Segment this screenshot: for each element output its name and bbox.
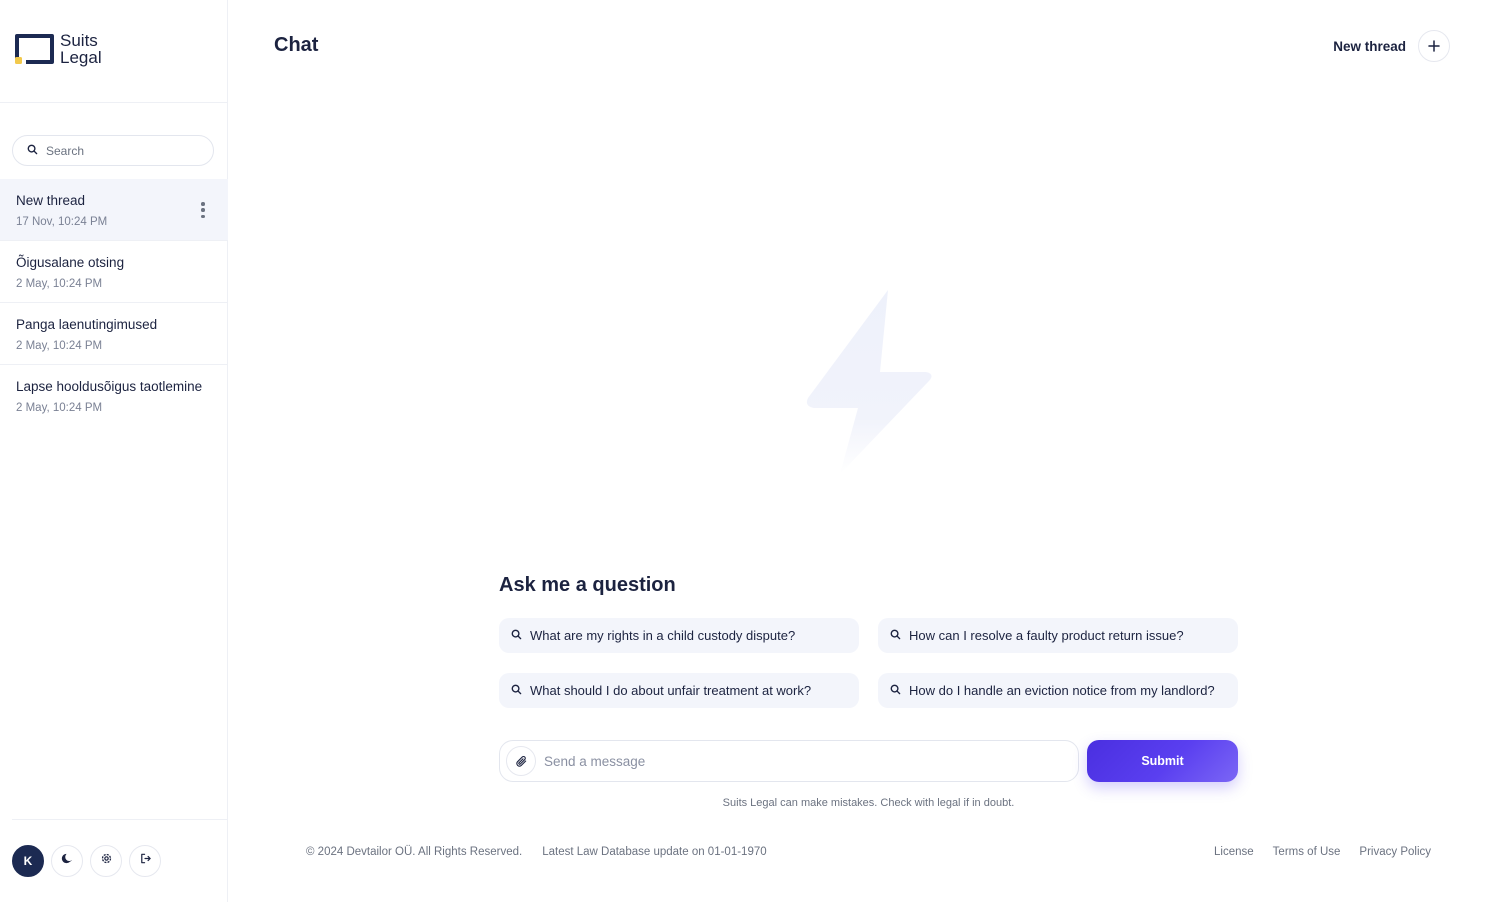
search-icon: [511, 627, 522, 645]
search-box[interactable]: [12, 135, 214, 166]
message-input[interactable]: [544, 753, 1044, 769]
thread-title: New thread: [16, 193, 86, 208]
suggestion-text: What should I do about unfair treatment …: [530, 683, 812, 698]
thread-title: Õigusalane otsing: [16, 255, 125, 270]
suggestion-text: How can I resolve a faulty product retur…: [909, 628, 1184, 643]
search-input[interactable]: [46, 143, 196, 158]
sidebar-divider: [0, 102, 228, 103]
more-vertical-icon[interactable]: [200, 202, 206, 218]
thread-date: 2 May, 10:24 PM: [16, 402, 103, 414]
disclaimer-text: Suits Legal can make mistakes. Check wit…: [722, 797, 1015, 809]
suggestion-text: How do I handle an eviction notice from …: [909, 683, 1215, 698]
logo-line-1: Suits: [60, 31, 98, 50]
privacy-link[interactable]: Privacy Policy: [1359, 846, 1431, 858]
thread-item[interactable]: New thread 17 Nov, 10:24 PM: [0, 179, 228, 241]
plus-icon[interactable]: [1418, 30, 1450, 62]
search-icon: [27, 142, 38, 160]
lightning-bolt-icon: [800, 286, 940, 476]
logout-button[interactable]: [129, 845, 161, 877]
search-icon: [890, 627, 901, 645]
terms-link[interactable]: Terms of Use: [1273, 846, 1341, 858]
db-update-text: Latest Law Database update on 01-01-1970: [542, 846, 767, 858]
ask-question-title: Ask me a question: [499, 574, 676, 596]
thread-item[interactable]: Panga laenutingimused 2 May, 10:24 PM: [0, 303, 228, 365]
thread-date: 17 Nov, 10:24 PM: [16, 216, 108, 228]
thread-date: 2 May, 10:24 PM: [16, 278, 103, 290]
app-root: Suits Legal New thread 17 Nov, 10:24 PM …: [0, 0, 1504, 902]
footer-left: © 2024 Devtailor OÜ. All Rights Reserved…: [306, 846, 767, 858]
license-link[interactable]: License: [1214, 846, 1254, 858]
new-thread-label: New thread: [1333, 38, 1406, 54]
thread-title: Panga laenutingimused: [16, 317, 158, 332]
new-thread-button[interactable]: New thread: [1333, 30, 1450, 62]
submit-button[interactable]: Submit: [1087, 740, 1238, 782]
logo-mark-icon: [14, 32, 56, 66]
sidebar: Suits Legal New thread 17 Nov, 10:24 PM …: [0, 0, 228, 902]
moon-icon: [61, 852, 74, 870]
search-icon: [890, 682, 901, 700]
logo-line-2: Legal: [60, 48, 102, 67]
thread-title: Lapse hooldusõigus taotlemine: [16, 379, 203, 394]
search-icon: [511, 682, 522, 700]
suggestion-chip[interactable]: What should I do about unfair treatment …: [499, 673, 859, 708]
thread-date: 2 May, 10:24 PM: [16, 340, 103, 352]
message-composer: [499, 740, 1079, 782]
sidebar-actions: K: [12, 845, 161, 877]
gear-icon: [100, 852, 113, 870]
suggestion-grid: What are my rights in a child custody di…: [499, 618, 1238, 708]
sidebar-bottom-divider: [12, 819, 228, 820]
thread-item[interactable]: Lapse hooldusõigus taotlemine 2 May, 10:…: [0, 365, 228, 427]
avatar[interactable]: K: [12, 845, 44, 877]
suggestion-chip[interactable]: How do I handle an eviction notice from …: [878, 673, 1238, 708]
logo[interactable]: Suits Legal: [14, 32, 102, 66]
suggestion-chip[interactable]: How can I resolve a faulty product retur…: [878, 618, 1238, 653]
suggestion-text: What are my rights in a child custody di…: [530, 628, 796, 643]
page-title: Chat: [274, 34, 319, 56]
logo-text: Suits Legal: [60, 32, 102, 66]
paperclip-icon[interactable]: [506, 746, 536, 776]
logout-icon: [139, 852, 152, 870]
settings-button[interactable]: [90, 845, 122, 877]
suggestion-chip[interactable]: What are my rights in a child custody di…: [499, 618, 859, 653]
thread-item[interactable]: Õigusalane otsing 2 May, 10:24 PM: [0, 241, 228, 303]
thread-list: New thread 17 Nov, 10:24 PM Õigusalane o…: [0, 179, 228, 427]
theme-toggle-button[interactable]: [51, 845, 83, 877]
copyright-text: © 2024 Devtailor OÜ. All Rights Reserved…: [306, 846, 523, 858]
footer-links: License Terms of Use Privacy Policy: [1214, 846, 1431, 858]
